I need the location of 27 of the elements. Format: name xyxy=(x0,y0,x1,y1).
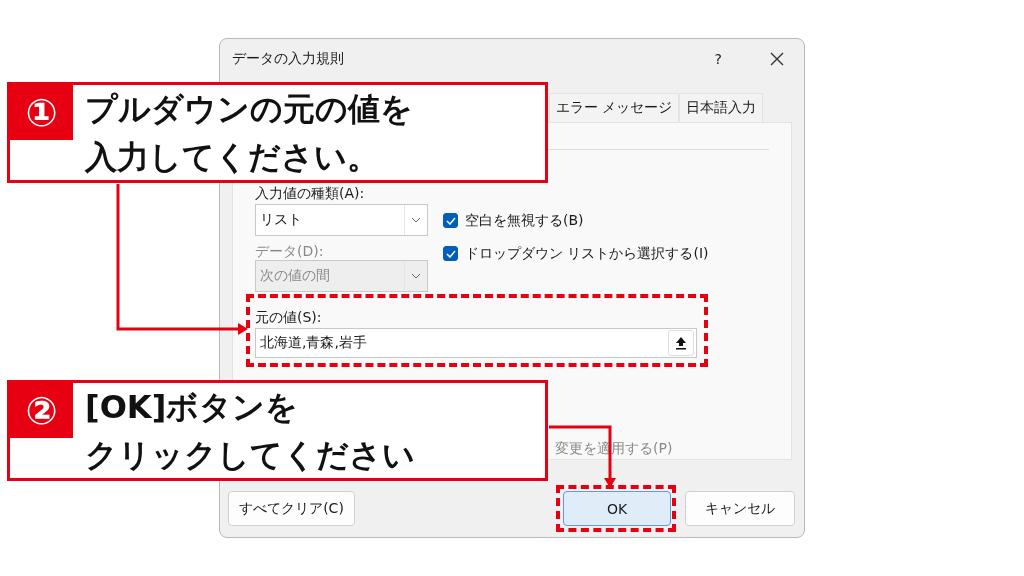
step-number: ① xyxy=(10,85,73,140)
chevron-icon xyxy=(411,217,421,223)
tab[interactable]: エラー メッセージ xyxy=(549,93,680,122)
chevron-icon xyxy=(411,273,421,279)
dialog-button[interactable]: キャンセル xyxy=(685,491,795,526)
callout-text: [OK]ボタンを xyxy=(85,387,299,428)
upload-icon xyxy=(675,336,687,350)
dialog-button[interactable]: すべてクリア(C) xyxy=(228,491,355,526)
callout-text: クリックしてください xyxy=(85,435,415,476)
close-icon[interactable] xyxy=(770,52,784,66)
dropdown-field[interactable]: リスト xyxy=(255,204,428,236)
source-field[interactable]: 北海道,青森,岩手 xyxy=(255,328,697,358)
checkbox[interactable] xyxy=(443,246,458,261)
checkbox-label: ドロップダウン リストから選択する(I) xyxy=(465,244,709,263)
collapse-button[interactable] xyxy=(668,330,694,356)
checkbox[interactable] xyxy=(443,213,458,228)
step-number: ② xyxy=(10,383,73,438)
window-title: データの入力規則 xyxy=(232,50,345,68)
help-button[interactable]: ? xyxy=(714,51,722,67)
tab[interactable]: 日本語入力 xyxy=(679,93,764,122)
field-label: 元の値(S): xyxy=(255,308,322,326)
field-label: 入力値の種類(A): xyxy=(255,184,365,202)
callout-text: 入力してください。 xyxy=(85,137,379,178)
field-label: データ(D): xyxy=(255,242,324,260)
checkbox-label: 空白を無視する(B) xyxy=(465,211,584,230)
dialog-button[interactable]: OK xyxy=(563,491,671,526)
callout-text: プルダウンの元の値を xyxy=(85,89,413,130)
